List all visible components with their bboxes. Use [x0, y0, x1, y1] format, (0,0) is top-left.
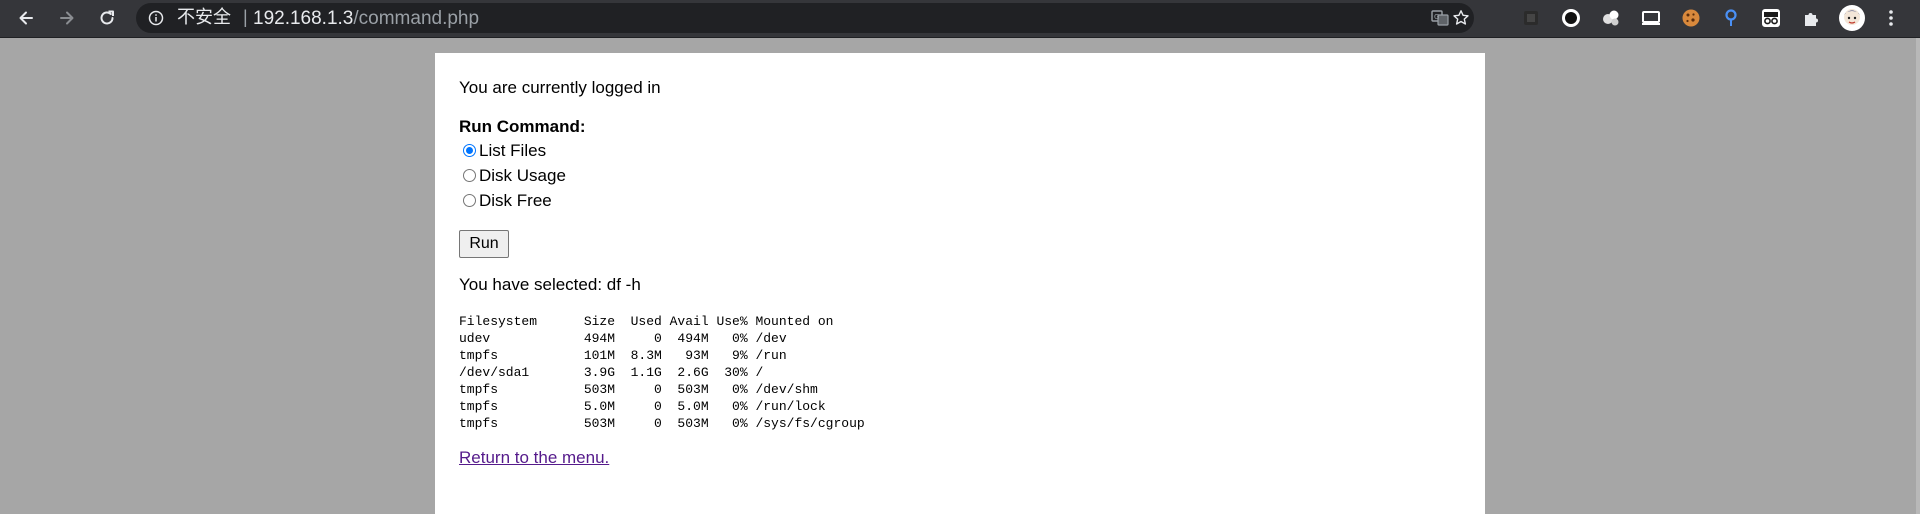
output-row: tmpfs 503M 0 503M 0% /sys/fs/cgroup: [459, 416, 865, 431]
reload-icon: [100, 10, 114, 25]
scrollbar[interactable]: [1916, 38, 1920, 514]
security-status-label[interactable]: 不安全: [177, 9, 231, 27]
url-path: /command.php: [353, 8, 480, 29]
browser-toolbar: 不安全 | 192.168.1.3/command.php G: [0, 0, 1920, 38]
reload-button[interactable]: [93, 4, 121, 32]
forward-arrow-icon: [60, 11, 74, 25]
extension-dark-square-icon[interactable]: [1520, 7, 1542, 29]
page-content: You are currently logged in Run Command:…: [435, 53, 1485, 514]
radio-label-disk-free: Disk Free: [479, 191, 552, 210]
address-bar[interactable]: 不安全 | 192.168.1.3/command.php G: [136, 3, 1474, 33]
back-arrow-icon: [19, 11, 33, 25]
extension-monitor-icon[interactable]: [1640, 7, 1662, 29]
output-row: tmpfs 503M 0 503M 0% /dev/shm: [459, 382, 818, 397]
output-header: Filesystem Size Used Avail Use% Mounted …: [459, 314, 834, 329]
selected-command-text: You have selected: df -h: [459, 275, 641, 294]
radio-option-disk-free[interactable]: Disk Free: [463, 191, 552, 211]
extension-cookie-icon[interactable]: [1680, 7, 1702, 29]
star-icon[interactable]: [1451, 8, 1471, 28]
radio-disk-usage[interactable]: [463, 168, 476, 182]
radio-label-list-files: List Files: [479, 141, 547, 160]
url-separator: |: [243, 7, 248, 27]
profile-avatar[interactable]: [1838, 4, 1866, 32]
login-status-text: You are currently logged in: [459, 78, 661, 97]
radio-disk-free[interactable]: [463, 193, 476, 207]
radio-list-files[interactable]: [463, 143, 476, 157]
output-row: udev 494M 0 494M 0% /dev: [459, 331, 787, 346]
more-menu-icon[interactable]: [1880, 7, 1902, 29]
extension-circle-icon[interactable]: [1560, 7, 1582, 29]
return-to-menu-link[interactable]: Return to the menu.: [459, 448, 609, 468]
output-row: /dev/sda1 3.9G 1.1G 2.6G 30% /: [459, 365, 764, 380]
url-text[interactable]: 192.168.1.3/command.php: [253, 9, 479, 28]
info-icon[interactable]: [148, 10, 164, 26]
radio-option-disk-usage[interactable]: Disk Usage: [463, 166, 566, 186]
extension-bubbles-icon[interactable]: [1600, 7, 1622, 29]
forward-button[interactable]: [53, 4, 81, 32]
run-command-heading: Run Command:: [459, 117, 586, 136]
run-button[interactable]: Run: [459, 230, 509, 258]
radio-option-list-files[interactable]: List Files: [463, 141, 546, 161]
translate-icon[interactable]: G: [1430, 8, 1450, 28]
command-output: Filesystem Size Used Avail Use% Mounted …: [459, 313, 865, 432]
output-row: tmpfs 101M 8.3M 93M 9% /run: [459, 348, 787, 363]
extension-pin-icon[interactable]: [1720, 7, 1742, 29]
back-button[interactable]: [12, 4, 40, 32]
radio-label-disk-usage: Disk Usage: [479, 166, 566, 185]
output-row: tmpfs 5.0M 0 5.0M 0% /run/lock: [459, 399, 826, 414]
url-host: 192.168.1.3: [253, 8, 354, 29]
svg-text:G: G: [1434, 13, 1439, 21]
extension-glasses-icon[interactable]: [1760, 7, 1782, 29]
puzzle-icon[interactable]: [1800, 7, 1822, 29]
